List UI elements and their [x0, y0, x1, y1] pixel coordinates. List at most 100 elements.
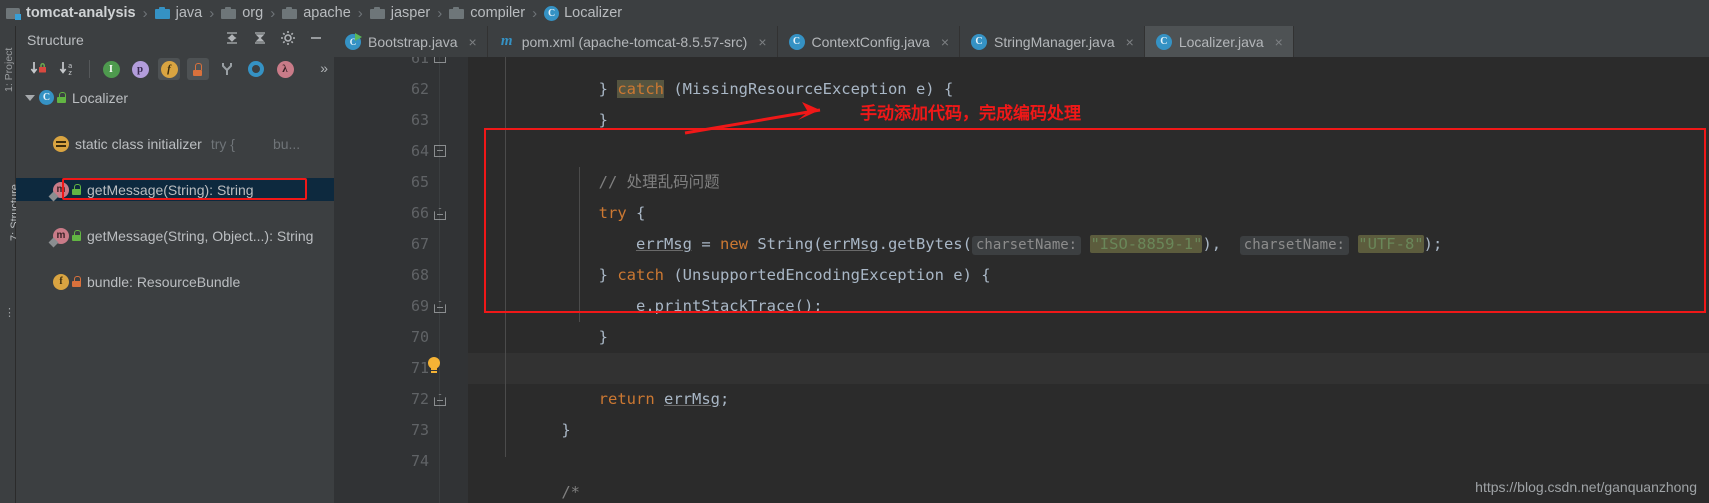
lock-orange-icon: [72, 276, 81, 287]
code-line-67[interactable]: } catch (UnsupportedEncodingException e)…: [468, 229, 1709, 284]
tree-item-getmessage-string[interactable]: m getMessage(String): String: [16, 178, 334, 201]
line-number: 74: [410, 452, 429, 470]
code-line-70[interactable]: [468, 322, 1709, 353]
panel-title: Structure: [27, 32, 84, 48]
hide-panel-icon[interactable]: [308, 30, 324, 46]
fold-marker-end-icon[interactable]: [434, 208, 447, 221]
fold-marker-end-icon[interactable]: [434, 301, 447, 314]
expand-all-icon[interactable]: [224, 30, 240, 46]
show-non-public-icon[interactable]: [187, 58, 209, 80]
lock-green-icon: [72, 230, 81, 241]
breadcrumb-label: org: [242, 5, 264, 21]
lock-orange-icon: [192, 62, 204, 76]
chevron-down-icon[interactable]: [25, 94, 35, 101]
code-line-63[interactable]: [468, 105, 1709, 136]
tab-localizer-java[interactable]: C Localizer.java ×: [1144, 26, 1294, 57]
fold-marker-end-icon[interactable]: [434, 394, 447, 407]
editor-tab-bar: C Bootstrap.java × m pom.xml (apache-tom…: [334, 26, 1709, 57]
code-line-72[interactable]: }: [468, 384, 1709, 439]
code-line-71[interactable]: return errMsg;: [468, 353, 1709, 408]
tab-label: ContextConfig.java: [811, 33, 930, 50]
code-line-64[interactable]: // 处理乱码问题: [468, 136, 1709, 191]
breadcrumb-label: compiler: [470, 5, 526, 21]
code-line-74[interactable]: /*: [468, 446, 1709, 501]
tab-label: Localizer.java: [1178, 33, 1264, 50]
class-icon: C: [788, 33, 805, 50]
line-number: 65: [410, 173, 429, 191]
group-methods-icon[interactable]: [216, 58, 238, 80]
tab-stringmanager-java[interactable]: C StringManager.java ×: [960, 26, 1145, 57]
breadcrumb-separator-icon: ›: [437, 4, 443, 22]
fold-marker-collapse-icon[interactable]: [434, 145, 447, 158]
show-inherited-icon[interactable]: I: [100, 58, 122, 80]
tab-pom-xml[interactable]: m pom.xml (apache-tomcat-8.5.57-src) ×: [488, 26, 778, 57]
tree-item-localizer[interactable]: C Localizer: [16, 86, 334, 109]
code-line-62[interactable]: }: [468, 74, 1709, 129]
tab-bootstrap-java[interactable]: C Bootstrap.java ×: [334, 26, 488, 57]
tree-item-label: Localizer: [72, 89, 129, 106]
show-anonymous-icon[interactable]: [245, 58, 267, 80]
tree-item-bundle-field[interactable]: f bundle: ResourceBundle: [16, 270, 334, 293]
tree-item-label: getMessage(String): String: [87, 181, 254, 198]
line-number: 69: [410, 297, 429, 315]
tree-item-label: getMessage(String, Object...): String: [87, 227, 314, 244]
tab-label: pom.xml (apache-tomcat-8.5.57-src): [521, 33, 748, 50]
code-line-65[interactable]: try {: [468, 167, 1709, 222]
line-number: 61: [410, 57, 429, 67]
code-line-61[interactable]: } catch (MissingResourceException e) {: [468, 57, 1709, 98]
breadcrumb-item-apache[interactable]: apache: [282, 5, 351, 21]
annotation-arrow-icon: [684, 102, 821, 135]
collapse-all-icon[interactable]: [252, 30, 268, 46]
tool-window-button-project[interactable]: 1: Project: [3, 40, 15, 92]
close-icon[interactable]: ×: [941, 34, 949, 50]
breadcrumb-item-compiler[interactable]: compiler: [449, 5, 525, 21]
breadcrumb-item-jasper[interactable]: jasper: [369, 5, 430, 21]
toolbar-more-icon[interactable]: »: [320, 60, 328, 76]
tree-item-getmessage-string-object[interactable]: m getMessage(String, Object...): String: [16, 224, 334, 247]
tree-item-static-initializer[interactable]: static class initializer try { bu...: [16, 132, 334, 155]
annotation-callout-text: 手动添加代码，完成编码处理: [860, 104, 1081, 124]
line-number: 63: [410, 111, 429, 129]
intention-bulb-icon[interactable]: [427, 357, 441, 374]
folder-icon: [369, 6, 386, 20]
tree-item-sub-label: try {: [210, 135, 235, 152]
structure-header: Structure: [16, 26, 334, 54]
code-line-68[interactable]: e.printStackTrace();: [468, 260, 1709, 315]
breadcrumb-item-module[interactable]: tomcat-analysis: [6, 5, 136, 21]
close-icon[interactable]: ×: [758, 34, 766, 50]
code-text-area[interactable]: } catch (MissingResourceException e) { }…: [468, 57, 1709, 503]
lock-green-icon: [57, 92, 66, 103]
line-number: 71: [410, 359, 429, 377]
structure-header-actions: [224, 30, 324, 46]
breadcrumb-item-localizer[interactable]: C Localizer: [544, 5, 622, 21]
more-tool-windows-icon[interactable]: ⋮: [4, 306, 15, 319]
sort-alphabetically-icon[interactable]: a z: [57, 58, 79, 80]
folder-icon: [282, 6, 298, 20]
close-icon[interactable]: ×: [469, 34, 477, 50]
module-icon: [6, 7, 21, 20]
show-fields-icon[interactable]: f: [158, 58, 180, 80]
code-line-69[interactable]: }: [468, 291, 1709, 346]
left-tool-strip: 1: Project 7: Structure ⋮: [0, 26, 21, 503]
show-lambdas-icon[interactable]: λ: [274, 58, 296, 80]
sort-by-visibility-icon[interactable]: [28, 58, 50, 80]
tab-contextconfig-java[interactable]: C ContextConfig.java ×: [778, 26, 960, 57]
code-line-66[interactable]: errMsg = new String(errMsg.getBytes(char…: [468, 198, 1709, 255]
breadcrumb-item-org[interactable]: org: [221, 5, 263, 21]
fold-marker-collapse-icon[interactable]: [434, 57, 447, 64]
java-run-class-icon: C: [345, 32, 362, 50]
line-number: 68: [410, 266, 429, 284]
folder-icon: [221, 6, 237, 20]
editor-gutter[interactable]: 61 62 63 64 65 66 67 68 69 70 71 72 73 7…: [334, 57, 468, 503]
breadcrumb-label: apache: [303, 5, 351, 21]
close-icon[interactable]: ×: [1275, 34, 1283, 50]
breadcrumb-item-java[interactable]: java: [154, 5, 202, 21]
show-properties-icon[interactable]: p: [129, 58, 151, 80]
code-line-73[interactable]: [468, 415, 1709, 446]
tab-label: StringManager.java: [994, 33, 1115, 50]
method-icon: m: [53, 181, 69, 198]
tree-item-label: static class initializer: [75, 135, 202, 152]
gear-icon[interactable]: [280, 30, 296, 46]
class-icon: C: [1155, 33, 1172, 50]
close-icon[interactable]: ×: [1126, 34, 1134, 50]
